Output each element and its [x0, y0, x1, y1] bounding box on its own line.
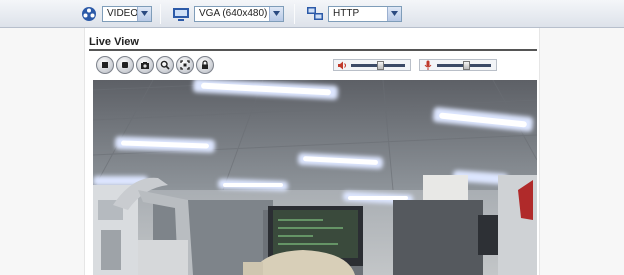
lock-icon [202, 60, 208, 69]
stop-icon [102, 62, 108, 68]
chevron-down-icon [387, 6, 401, 21]
snapshot-icon [141, 62, 149, 69]
fullscreen-icon [180, 60, 190, 70]
mic-volume-slider[interactable] [419, 59, 497, 71]
speaker-icon [338, 61, 346, 69]
stream-type-control: VIDEO [80, 5, 152, 22]
microphone-icon [424, 60, 432, 70]
speaker-volume-knob[interactable] [377, 60, 384, 70]
live-view-panel: Live View [84, 28, 540, 275]
chevron-down-icon [269, 6, 283, 21]
page-title: Live View [89, 36, 139, 48]
record-icon [122, 62, 128, 68]
record-button[interactable] [116, 56, 134, 74]
live-video-feed[interactable] [93, 80, 537, 275]
speaker-volume-track [351, 60, 405, 70]
monitor-icon [173, 7, 189, 21]
stream-type-value: VIDEO [107, 7, 137, 19]
toolbar-divider [160, 4, 161, 24]
stream-type-icon [82, 6, 96, 21]
resolution-select[interactable]: VGA (640x480) [194, 5, 284, 22]
camera-image [93, 80, 537, 275]
resolution-control: VGA (640x480) [172, 5, 284, 22]
main-area: Live View [0, 28, 624, 275]
zoom-icon [160, 60, 170, 70]
mic-volume-knob[interactable] [463, 60, 470, 70]
fullscreen-button[interactable] [176, 56, 194, 74]
lock-button[interactable] [196, 56, 214, 74]
snapshot-button[interactable] [136, 56, 154, 74]
chevron-down-icon [137, 6, 151, 21]
network-icon [307, 6, 323, 20]
protocol-control: HTTP [306, 5, 402, 22]
speaker-volume-slider[interactable] [333, 59, 411, 71]
protocol-value: HTTP [333, 7, 360, 19]
mic-volume-track [437, 60, 491, 70]
title-divider [89, 49, 537, 51]
top-toolbar: VIDEO VGA (640x480) HTTP [0, 0, 624, 28]
zoom-button[interactable] [156, 56, 174, 74]
toolbar-divider [294, 4, 295, 24]
stream-type-select[interactable]: VIDEO [102, 5, 152, 22]
stop-button[interactable] [96, 56, 114, 74]
resolution-value: VGA (640x480) [199, 7, 268, 19]
protocol-select[interactable]: HTTP [328, 5, 402, 22]
